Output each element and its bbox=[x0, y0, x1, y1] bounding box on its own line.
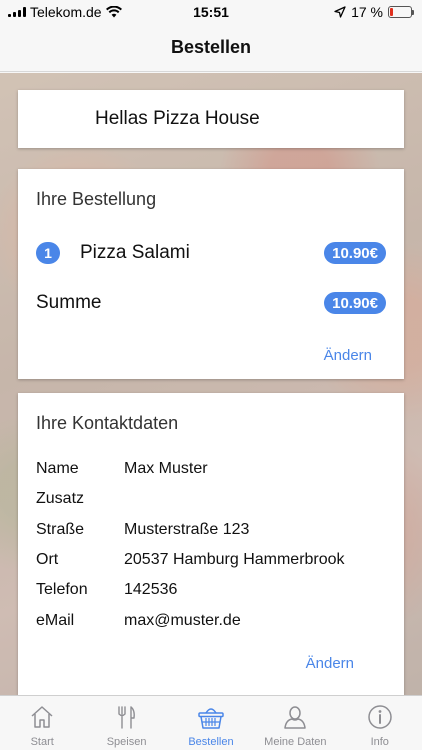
contact-label: eMail bbox=[36, 612, 75, 629]
location-arrow-icon bbox=[334, 6, 346, 18]
tab-label: Bestellen bbox=[188, 736, 234, 748]
tab-label: Info bbox=[370, 736, 389, 748]
order-card: Ihre Bestellung 1 Pizza Salami 10.90€ Su… bbox=[18, 169, 404, 379]
contact-row-city: Ort 20537 Hamburg Hammerbrook bbox=[36, 551, 345, 569]
sum-label: Summe bbox=[36, 292, 102, 313]
battery-level bbox=[390, 8, 394, 16]
tab-label: Meine Daten bbox=[264, 736, 327, 748]
change-order-button[interactable]: Ändern bbox=[324, 347, 372, 364]
contact-label: Straße bbox=[36, 521, 85, 538]
restaurant-name: Hellas Pizza House bbox=[95, 108, 260, 129]
contact-title: Ihre Kontaktdaten bbox=[36, 413, 179, 433]
tab-start[interactable]: Start bbox=[0, 696, 84, 750]
contact-label: Telefon bbox=[36, 581, 88, 598]
contact-value: Musterstraße 123 bbox=[124, 521, 250, 538]
tab-bar: Start Speisen Bestellen Meine Daten Info bbox=[0, 695, 422, 750]
order-item-row: 1 Pizza Salami 10.90€ bbox=[36, 239, 386, 267]
order-item-name: Pizza Salami bbox=[80, 242, 190, 263]
battery-icon bbox=[388, 6, 414, 18]
contact-row-zusatz: Zusatz bbox=[36, 490, 124, 508]
contact-value: 142536 bbox=[124, 581, 178, 598]
contact-value: Max Muster bbox=[124, 460, 208, 477]
quantity-badge: 1 bbox=[36, 242, 60, 264]
cutlery-icon bbox=[118, 706, 136, 729]
restaurant-card: Hellas Pizza House bbox=[18, 90, 404, 148]
sum-price: 10.90€ bbox=[324, 292, 386, 314]
order-sum-row: Summe 10.90€ bbox=[36, 289, 386, 317]
navigation-bar: Bestellen bbox=[0, 24, 422, 72]
contact-value: max@muster.de bbox=[124, 612, 241, 629]
contact-value: 20537 Hamburg Hammerbrook bbox=[124, 551, 345, 568]
tab-speisen[interactable]: Speisen bbox=[84, 696, 168, 750]
info-icon bbox=[367, 705, 392, 729]
person-icon bbox=[284, 706, 306, 729]
battery-percent: 17 % bbox=[351, 4, 383, 20]
tab-label: Start bbox=[30, 736, 54, 748]
contact-row-email: eMail max@muster.de bbox=[36, 612, 241, 630]
contact-label: Ort bbox=[36, 551, 59, 568]
basket-icon bbox=[198, 708, 224, 729]
contact-card: Ihre Kontaktdaten Name Max Muster Zusatz… bbox=[18, 393, 404, 695]
tab-bestellen[interactable]: Bestellen bbox=[169, 696, 253, 750]
tab-label: Speisen bbox=[106, 736, 147, 748]
contact-row-phone: Telefon 142536 bbox=[36, 581, 177, 599]
status-bar: Telekom.de 15:51 17 % bbox=[0, 0, 422, 24]
contact-row-name: Name Max Muster bbox=[36, 460, 208, 478]
contact-row-street: Straße Musterstraße 123 bbox=[36, 521, 249, 539]
home-icon bbox=[31, 706, 53, 728]
change-contact-button[interactable]: Ändern bbox=[306, 655, 354, 672]
order-item-price: 10.90€ bbox=[324, 242, 386, 264]
tab-meine-daten[interactable]: Meine Daten bbox=[253, 696, 337, 750]
tab-info[interactable]: Info bbox=[338, 696, 422, 750]
status-right: 17 % bbox=[334, 4, 414, 20]
order-title: Ihre Bestellung bbox=[36, 189, 157, 209]
contact-label: Zusatz bbox=[36, 490, 85, 507]
contact-label: Name bbox=[36, 460, 79, 477]
page-title: Bestellen bbox=[170, 37, 252, 57]
